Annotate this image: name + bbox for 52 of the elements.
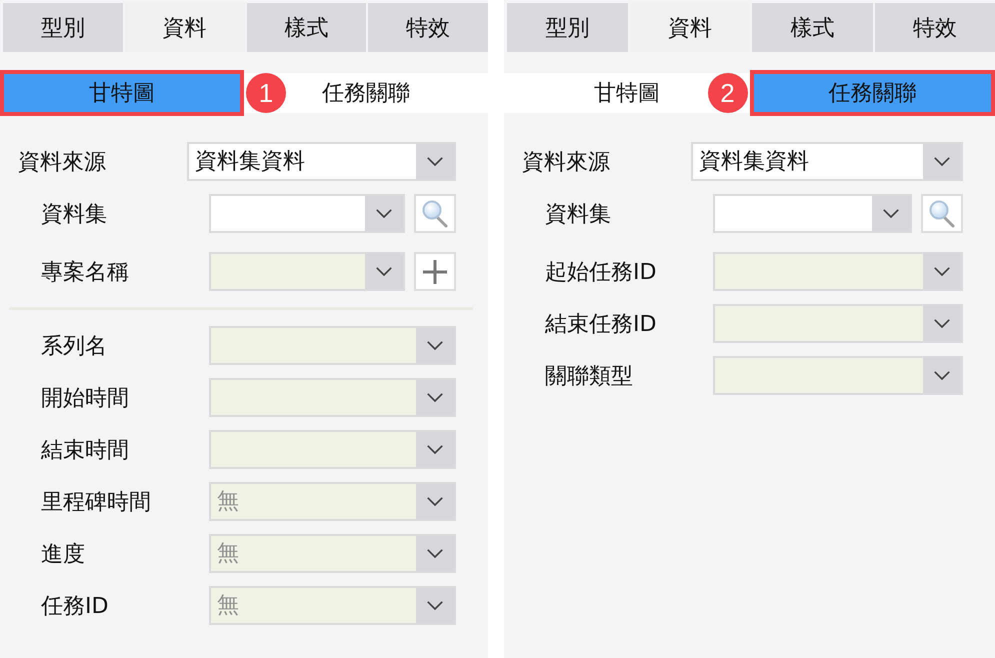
field-label: 里程碑時間 [41,488,151,516]
dropdown[interactable] [209,194,405,233]
subtab[interactable]: 甘特圖 [504,73,706,113]
tab[interactable]: 資料 [124,3,244,52]
field-label: 關聯類型 [545,362,633,390]
chevron-down-icon [427,497,443,506]
chevron-down-icon [427,157,443,166]
step-badge: 2 [708,73,748,113]
search-button[interactable] [921,194,963,233]
chevron-down-icon [427,445,443,454]
tab[interactable]: 特效 [368,3,488,52]
dropdown[interactable]: 資料集資料 [187,142,456,181]
field-label: 專案名稱 [41,258,129,286]
field-label: 開始時間 [41,384,129,412]
chevron-down-icon [427,549,443,558]
field-label: 任務ID [41,592,108,620]
chevron-down-icon [883,209,899,218]
field-label: 資料來源 [18,148,106,176]
chevron-down-icon [934,157,950,166]
subtab[interactable]: 甘特圖 [0,70,244,116]
dropdown[interactable] [713,194,912,233]
dropdown[interactable]: 資料集資料 [691,142,963,181]
plus-icon [423,260,447,284]
search-button[interactable] [414,194,456,233]
subtab[interactable]: 任務關聯 [288,73,488,113]
chevron-down-icon [934,371,950,380]
chevron-down-icon [376,267,392,276]
tab[interactable]: 型別 [507,3,628,52]
tab[interactable]: 特效 [874,3,995,52]
tab[interactable]: 樣式 [752,3,872,52]
tab[interactable]: 樣式 [246,3,366,52]
step-badge: 1 [246,73,286,113]
add-button[interactable] [414,252,456,291]
chevron-down-icon [427,601,443,610]
field-label: 結束時間 [41,436,129,464]
chevron-down-icon [427,393,443,402]
tab[interactable]: 資料 [630,3,750,52]
search-icon [929,200,955,228]
chevron-down-icon [934,267,950,276]
field-label: 進度 [41,540,85,568]
field-label: 資料集 [41,200,107,228]
chevron-down-icon [934,319,950,328]
subtab[interactable]: 任務關聯 [750,70,995,116]
field-label: 起始任務ID [545,258,656,286]
field-label: 資料來源 [522,148,610,176]
chevron-down-icon [376,209,392,218]
field-label: 資料集 [545,200,611,228]
search-icon [422,200,448,228]
tab[interactable]: 型別 [3,3,123,52]
field-label: 系列名 [41,332,107,360]
chevron-down-icon [427,341,443,350]
field-label: 結束任務ID [545,310,656,338]
